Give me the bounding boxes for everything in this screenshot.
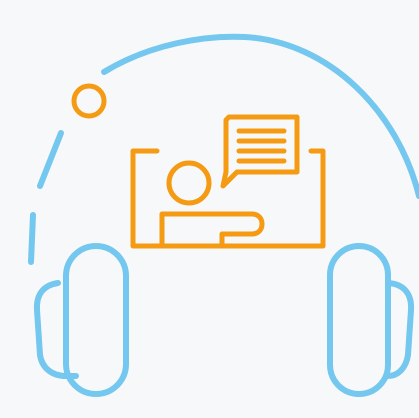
headband-dash-lower (28, 212, 36, 265)
headband-dash-upper (37, 130, 64, 189)
decorative-circle (71, 83, 107, 119)
presenter-head (166, 160, 212, 206)
headphones-online-lesson-icon (28, 33, 419, 397)
right-ear-cup-outer (385, 280, 415, 379)
presenter-body (159, 211, 265, 249)
left-ear-cup-outer (33, 280, 79, 379)
illustration-canvas (0, 0, 419, 418)
left-ear-cup (63, 243, 129, 397)
online-lesson-icon (71, 83, 326, 249)
right-ear-cup (327, 243, 391, 397)
